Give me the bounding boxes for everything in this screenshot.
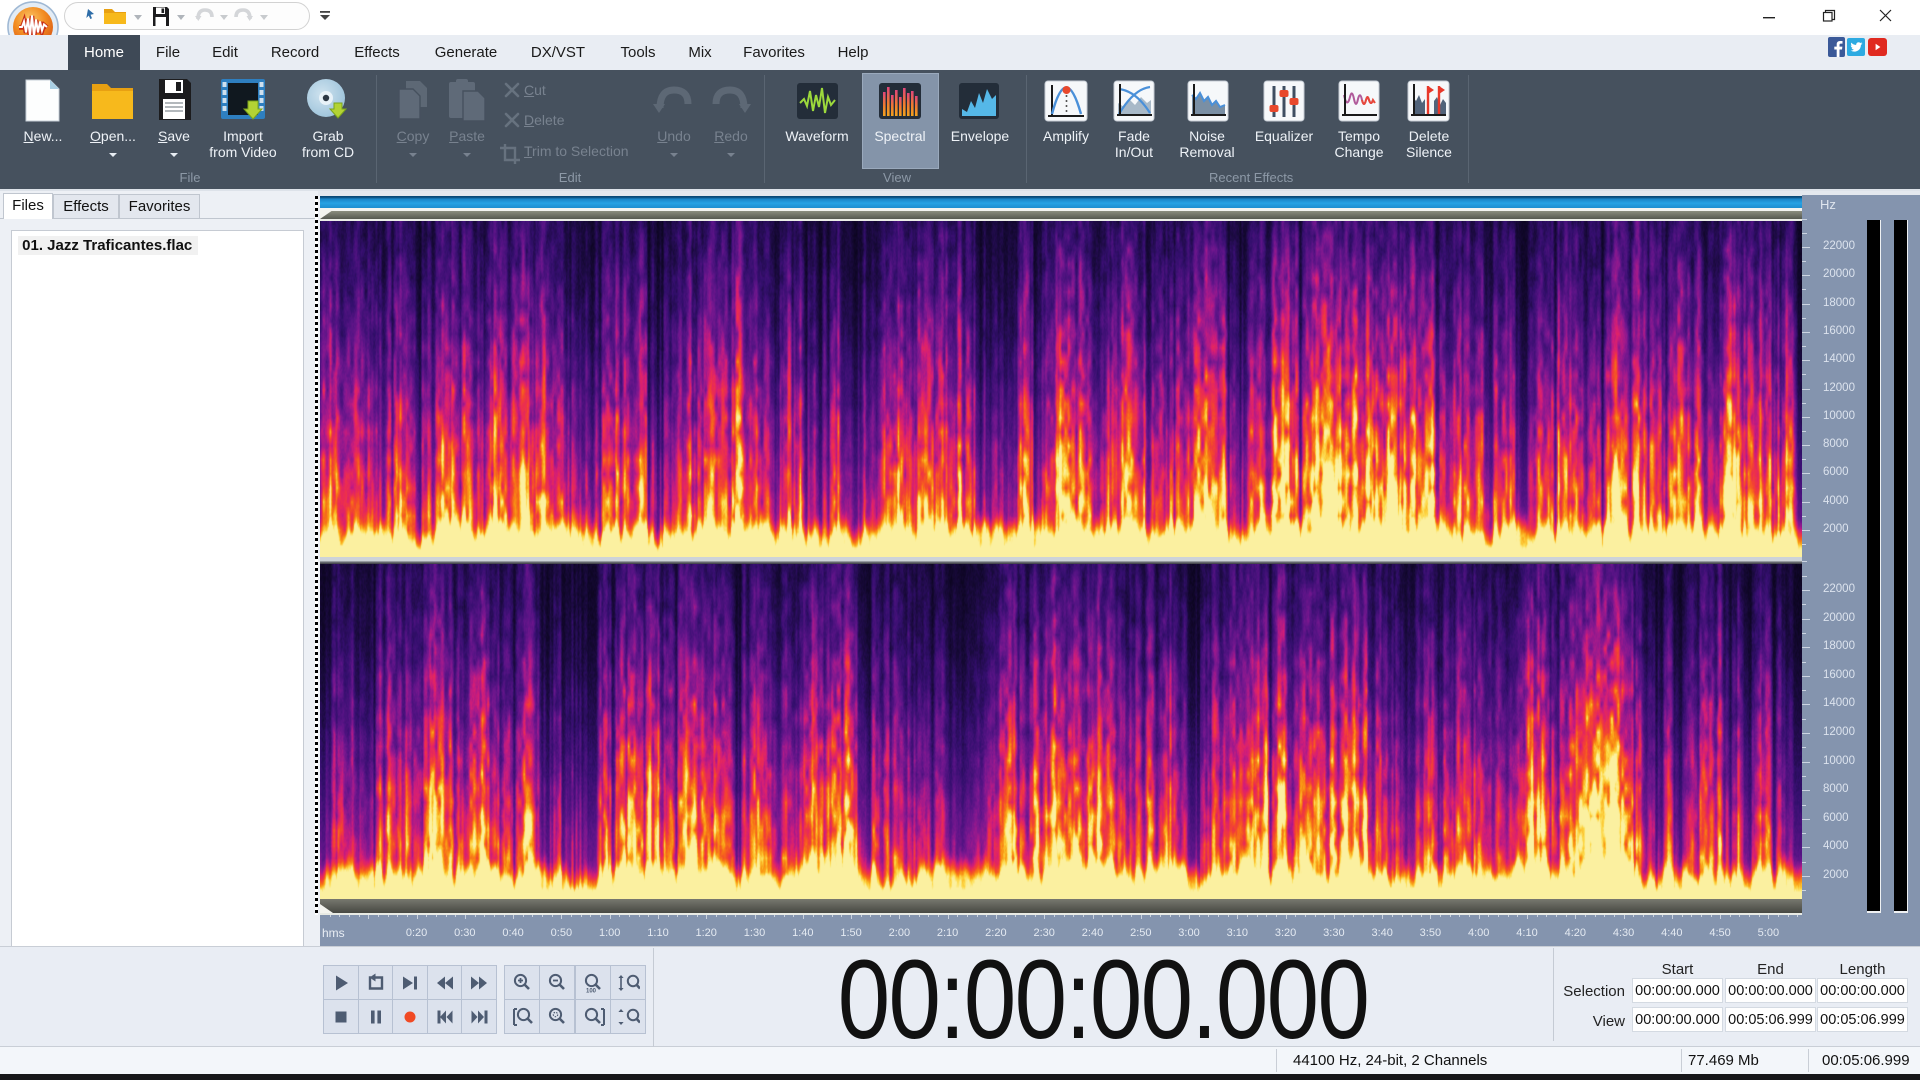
svg-text:100: 100 bbox=[586, 989, 597, 995]
